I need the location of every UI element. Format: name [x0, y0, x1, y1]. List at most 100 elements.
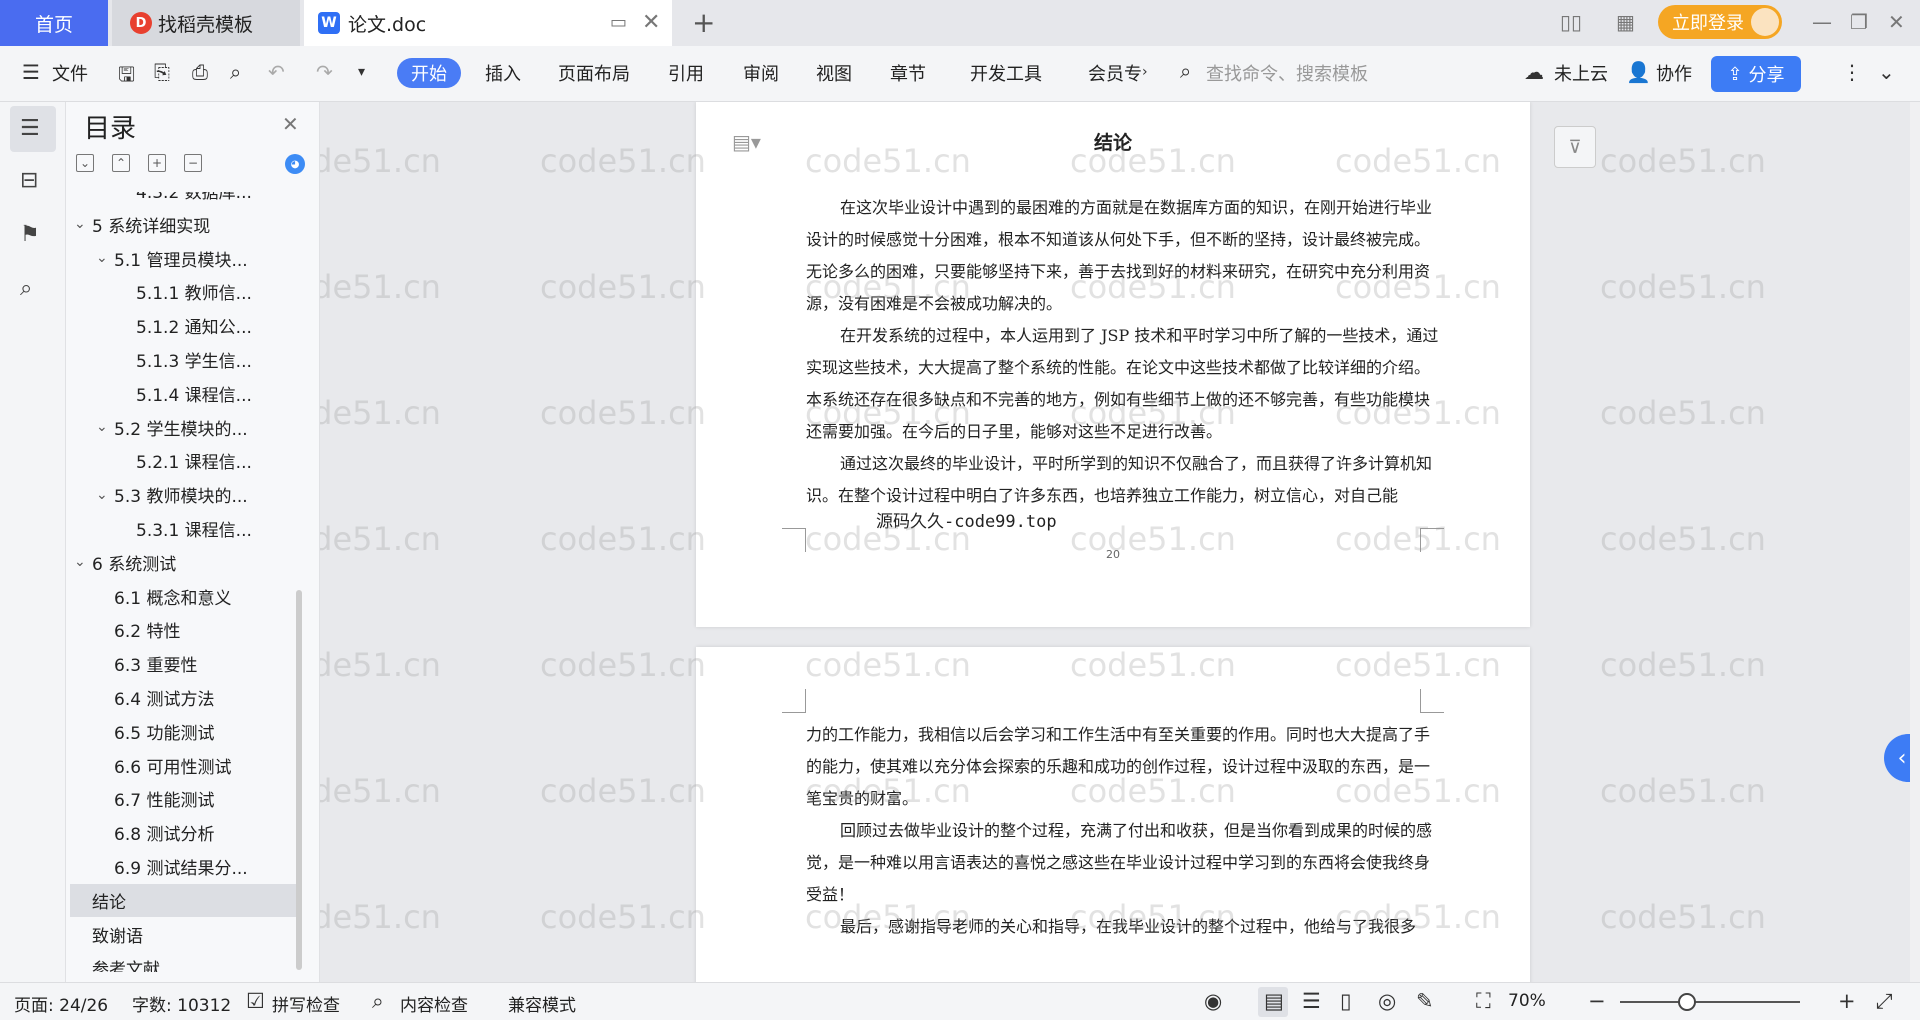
toc-item[interactable]: 6.7 性能测试: [70, 782, 302, 815]
toc-item[interactable]: 6.8 测试分析: [70, 816, 302, 849]
navigation-pane-icon[interactable]: ⊟: [20, 168, 38, 193]
web-view-icon[interactable]: ◎: [1378, 989, 1396, 1013]
ribbon-tab-references[interactable]: 引用: [668, 60, 704, 86]
more-options-icon[interactable]: ⋮: [1842, 60, 1862, 84]
ai-assistant-icon[interactable]: ◕: [285, 154, 305, 174]
command-search-input[interactable]: 查找命令、搜索模板: [1206, 60, 1368, 86]
eye-protection-icon[interactable]: ◉: [1204, 989, 1222, 1013]
bookmark-icon[interactable]: ⚑: [20, 222, 40, 247]
ribbon-tab-member[interactable]: 会员专: [1088, 60, 1142, 86]
float-window-icon[interactable]: ▭: [610, 12, 627, 33]
share-button[interactable]: ⇪ 分享: [1711, 56, 1801, 92]
add-heading-icon[interactable]: +: [148, 154, 166, 172]
file-menu[interactable]: 文件: [52, 60, 88, 86]
collapse-all-icon[interactable]: ⌄: [76, 154, 94, 172]
ribbon-tab-developer[interactable]: 开发工具: [970, 60, 1042, 86]
save-icon[interactable]: 🖫: [118, 60, 135, 94]
toc-item[interactable]: 6.4 测试方法: [70, 681, 302, 714]
menu-hamburger-icon[interactable]: ☰: [22, 60, 40, 84]
toc-scrollbar[interactable]: [296, 590, 302, 970]
toc-item[interactable]: 6.1 概念和意义: [70, 580, 302, 613]
close-panel-icon[interactable]: ✕: [282, 112, 299, 136]
document-page[interactable]: 力的工作能力，我相信以后会学习和工作生活中有至关重要的作用。同时也大大提高了手的…: [696, 647, 1530, 982]
toc-item[interactable]: 6.3 重要性: [70, 647, 302, 680]
toc-item[interactable]: 6.2 特性: [70, 613, 302, 646]
customize-dropdown-icon[interactable]: ▾: [358, 64, 365, 80]
toc-item[interactable]: ⌄ 5.3 教师模块的...: [70, 478, 302, 511]
write-mode-icon[interactable]: ✎: [1416, 989, 1434, 1013]
toc-item[interactable]: 5.1.2 通知公...: [70, 309, 302, 342]
page-view-icon[interactable]: ▤: [1264, 989, 1284, 1013]
ribbon-tab-insert[interactable]: 插入: [485, 60, 521, 86]
redo-icon[interactable]: ↷: [316, 60, 333, 84]
word-count[interactable]: 字数: 10312: [132, 991, 231, 1016]
zoom-in-icon[interactable]: +: [1838, 989, 1856, 1013]
fullscreen-icon[interactable]: ⤢: [1876, 989, 1893, 1014]
toc-item[interactable]: 6.6 可用性测试: [70, 749, 302, 782]
export-icon[interactable]: ⎘: [154, 60, 170, 84]
collapse-ribbon-icon[interactable]: ⌄: [1878, 60, 1895, 84]
fit-page-icon[interactable]: ⛶: [1476, 989, 1491, 1014]
zoom-level[interactable]: 70%: [1508, 991, 1546, 1011]
toc-item[interactable]: ⌄ 5.1 管理员模块...: [70, 242, 302, 275]
collab-button[interactable]: 协作: [1656, 60, 1692, 86]
chevron-down-icon[interactable]: ⌄: [96, 419, 114, 435]
chevron-down-icon[interactable]: ⌄: [96, 487, 114, 503]
print-preview-icon[interactable]: ⌕: [230, 60, 241, 84]
minimize-icon[interactable]: —: [1812, 10, 1832, 34]
ribbon-tab-chapter[interactable]: 章节: [890, 60, 926, 86]
find-icon[interactable]: ⌕: [20, 276, 32, 301]
new-tab-icon[interactable]: +: [692, 6, 715, 39]
vertical-scrollbar[interactable]: [1910, 102, 1920, 982]
toc-item[interactable]: 6.9 测试结果分...: [70, 850, 302, 883]
toc-item[interactable]: 结论: [70, 883, 302, 917]
ribbon-tab-page-layout[interactable]: 页面布局: [558, 60, 630, 86]
toc-item[interactable]: ⌄ 6 系统测试: [70, 546, 302, 579]
tab-document[interactable]: W 论文.doc ▭ ✕: [304, 0, 672, 46]
toc-item[interactable]: 5.3.1 课程信...: [70, 512, 302, 545]
toc-item[interactable]: 参考文献: [70, 951, 302, 972]
toc-item[interactable]: 5.1.1 教师信...: [70, 275, 302, 308]
remove-heading-icon[interactable]: −: [184, 154, 202, 172]
maximize-icon[interactable]: ❐: [1850, 10, 1868, 34]
toc-item[interactable]: 4.3.2 数据库...: [70, 192, 302, 207]
toc-item[interactable]: 致谢语: [70, 918, 302, 951]
document-page[interactable]: ▤▾ 结论 在这次毕业设计中遇到的最困难的方面就是在数据库方面的知识，在刚开始进…: [696, 102, 1530, 627]
close-tab-icon[interactable]: ✕: [642, 10, 660, 35]
toc-item[interactable]: ⌄ 5 系统详细实现: [70, 208, 302, 241]
ribbon-tab-view[interactable]: 视图: [816, 60, 852, 86]
close-window-icon[interactable]: ✕: [1888, 10, 1905, 34]
chevron-down-icon[interactable]: ⌄: [74, 216, 92, 232]
toc-item[interactable]: 5.1.3 学生信...: [70, 343, 302, 376]
toc-panel-icon[interactable]: ☰: [20, 116, 40, 141]
outline-view-icon[interactable]: ☰: [1302, 989, 1321, 1013]
ribbon-scroll-right-icon[interactable]: ›: [1142, 64, 1148, 80]
tab-home[interactable]: 首页: [0, 0, 108, 46]
reading-view-icon[interactable]: ▯: [1340, 989, 1352, 1013]
toc-item[interactable]: 5.1.4 课程信...: [70, 377, 302, 410]
toc-item[interactable]: 6.5 功能测试: [70, 715, 302, 748]
expand-up-icon[interactable]: ⌃: [112, 154, 130, 172]
page-indicator[interactable]: 页面: 24/26: [14, 991, 108, 1016]
undo-icon[interactable]: ↶: [268, 60, 285, 84]
content-check-button[interactable]: 内容检查: [400, 991, 468, 1016]
paragraph: 最后，感谢指导老师的关心和指导，在我毕业设计的整个过程中，他给与了我很多: [840, 917, 1417, 936]
zoom-slider-track[interactable]: [1620, 1001, 1800, 1003]
cloud-status-button[interactable]: 未上云: [1554, 60, 1608, 86]
chevron-down-icon[interactable]: ⌄: [74, 554, 92, 570]
filter-icon[interactable]: ⊽: [1554, 126, 1596, 168]
chevron-down-icon[interactable]: ⌄: [96, 250, 114, 266]
ribbon-tab-review[interactable]: 审阅: [743, 60, 779, 86]
ribbon-tab-start[interactable]: 开始: [397, 58, 461, 88]
toc-item[interactable]: 5.2.1 课程信...: [70, 444, 302, 477]
toc-item[interactable]: ⌄ 5.2 学生模块的...: [70, 411, 302, 444]
login-button[interactable]: 立即登录: [1658, 5, 1782, 39]
zoom-out-icon[interactable]: −: [1588, 989, 1606, 1013]
watermark-text: code51.cn: [320, 772, 441, 810]
reading-mode-icon[interactable]: ▯▯: [1560, 10, 1582, 34]
print-icon[interactable]: ⎙: [192, 60, 208, 84]
tab-docer-templates[interactable]: D 找稻壳模板: [112, 0, 300, 46]
apps-grid-icon[interactable]: ▦: [1616, 10, 1635, 34]
zoom-slider-handle[interactable]: [1678, 993, 1696, 1011]
spell-check-button[interactable]: 拼写检查: [272, 991, 340, 1016]
